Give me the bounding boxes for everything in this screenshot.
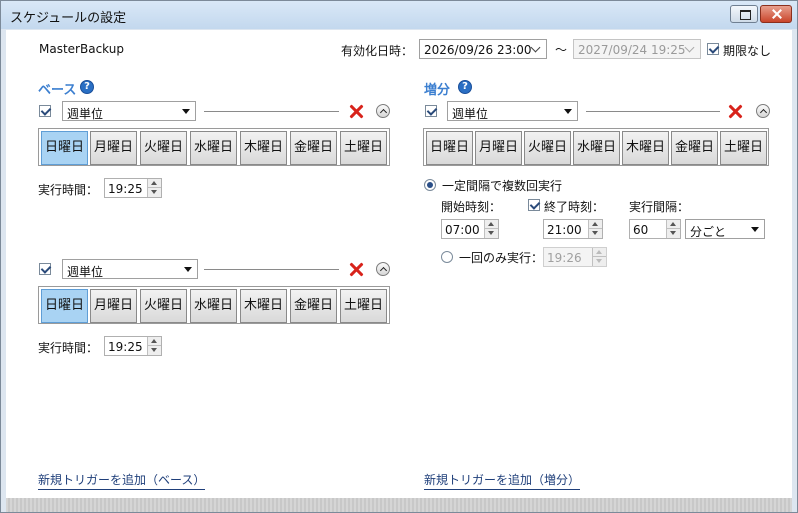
interval-unit-select[interactable]: 分ごと [685, 219, 765, 239]
range-separator: 〜 [555, 43, 568, 57]
base-trigger-2-time-stepper[interactable]: 19:25 [104, 336, 162, 356]
incremental-trigger-checkbox[interactable] [425, 105, 437, 117]
interval-label: 実行間隔： [629, 200, 690, 214]
day-wednesday[interactable]: 水曜日 [190, 289, 237, 323]
start-time-label: 開始時刻： [441, 200, 502, 214]
base-trigger-2-day-selector: 日曜日 月曜日 火曜日 水曜日 木曜日 金曜日 土曜日 [38, 286, 390, 324]
no-expiry-label: 期限なし [723, 44, 772, 58]
incremental-section-heading: 増分 [424, 83, 451, 98]
chevron-down-icon [530, 42, 541, 53]
dropdown-arrow-icon [751, 227, 759, 232]
day-monday[interactable]: 月曜日 [90, 131, 137, 165]
base-trigger-1-time-stepper[interactable]: 19:25 [104, 178, 162, 198]
divider [204, 269, 339, 270]
day-friday[interactable]: 金曜日 [290, 289, 337, 323]
day-tuesday[interactable]: 火曜日 [140, 131, 187, 165]
spin-down-icon[interactable] [148, 188, 161, 197]
day-saturday[interactable]: 土曜日 [720, 131, 767, 165]
collapse-chevron-up-icon[interactable] [376, 262, 390, 276]
day-sunday[interactable]: 日曜日 [426, 131, 473, 165]
spin-down-icon[interactable] [593, 257, 606, 266]
maximize-button[interactable] [730, 5, 758, 23]
day-thursday[interactable]: 木曜日 [240, 289, 287, 323]
base-trigger-1-day-selector: 日曜日 月曜日 火曜日 水曜日 木曜日 金曜日 土曜日 [38, 128, 390, 166]
interval-stepper[interactable]: 60 [629, 219, 681, 239]
day-wednesday[interactable]: 水曜日 [190, 131, 237, 165]
spin-down-icon[interactable] [589, 229, 602, 238]
close-window-button[interactable] [760, 5, 792, 23]
delete-trigger-icon[interactable] [348, 103, 364, 119]
spin-down-icon[interactable] [148, 346, 161, 355]
dialog-footer [6, 498, 792, 512]
repeat-interval-label: 一定間隔で複数回実行 [442, 179, 563, 193]
delete-trigger-icon[interactable] [348, 261, 364, 277]
divider [586, 111, 720, 112]
add-incremental-trigger-link[interactable]: 新規トリガーを追加（増分） [424, 471, 581, 490]
dropdown-arrow-icon [184, 267, 192, 272]
incremental-day-selector: 日曜日 月曜日 火曜日 水曜日 木曜日 金曜日 土曜日 [423, 128, 769, 166]
delete-trigger-icon[interactable] [727, 103, 743, 119]
base-help-icon[interactable]: ? [80, 80, 94, 94]
spin-down-icon[interactable] [485, 229, 498, 238]
start-time-stepper[interactable]: 07:00 [441, 219, 499, 239]
collapse-chevron-up-icon[interactable] [376, 104, 390, 118]
no-expiry-checkbox[interactable] [707, 43, 719, 55]
start-datetime-picker[interactable]: 2026/09/26 23:00 [419, 39, 547, 59]
spin-up-icon[interactable] [593, 248, 606, 257]
incremental-frequency-select[interactable]: 週単位 [447, 101, 578, 121]
base-trigger-1-time-label: 実行時間： [38, 183, 99, 197]
day-monday[interactable]: 月曜日 [90, 289, 137, 323]
job-name: MasterBackup [39, 42, 124, 56]
repeat-interval-radio[interactable] [424, 179, 436, 191]
dialog-client-area: MasterBackup 有効化日時： 2026/09/26 23:00 〜 2… [6, 30, 792, 498]
day-saturday[interactable]: 土曜日 [340, 289, 387, 323]
day-friday[interactable]: 金曜日 [290, 131, 337, 165]
day-tuesday[interactable]: 火曜日 [140, 289, 187, 323]
run-once-label: 一回のみ実行： [459, 251, 544, 265]
end-datetime-picker[interactable]: 2027/09/24 19:25 [573, 39, 701, 59]
collapse-chevron-up-icon[interactable] [756, 104, 770, 118]
chevron-down-icon [684, 42, 695, 53]
spin-up-icon[interactable] [148, 337, 161, 346]
base-trigger-2-time-label: 実行時間： [38, 341, 99, 355]
run-once-radio[interactable] [441, 251, 453, 263]
day-sunday[interactable]: 日曜日 [41, 131, 88, 165]
spin-up-icon[interactable] [148, 179, 161, 188]
effective-datetime-label: 有効化日時： [341, 44, 414, 58]
spin-up-icon[interactable] [667, 220, 680, 229]
spin-up-icon[interactable] [485, 220, 498, 229]
base-section-heading: ベース [38, 83, 77, 98]
day-thursday[interactable]: 木曜日 [240, 131, 287, 165]
spin-down-icon[interactable] [667, 229, 680, 238]
end-time-label: 終了時刻： [544, 200, 605, 214]
end-time-stepper[interactable]: 21:00 [543, 219, 603, 239]
spin-up-icon[interactable] [589, 220, 602, 229]
run-once-time-stepper[interactable]: 19:26 [543, 247, 607, 267]
base-trigger-1-checkbox[interactable] [39, 105, 51, 117]
day-saturday[interactable]: 土曜日 [340, 131, 387, 165]
day-wednesday[interactable]: 水曜日 [573, 131, 620, 165]
day-friday[interactable]: 金曜日 [671, 131, 718, 165]
window-title: スケジュールの設定 [10, 11, 127, 26]
day-monday[interactable]: 月曜日 [475, 131, 522, 165]
incremental-help-icon[interactable]: ? [458, 80, 472, 94]
dropdown-arrow-icon [564, 109, 572, 114]
day-tuesday[interactable]: 火曜日 [524, 131, 571, 165]
end-time-checkbox[interactable] [528, 199, 540, 211]
day-sunday[interactable]: 日曜日 [41, 289, 88, 323]
divider [204, 111, 339, 112]
add-base-trigger-link[interactable]: 新規トリガーを追加（ベース） [38, 471, 206, 490]
day-thursday[interactable]: 木曜日 [622, 131, 669, 165]
schedule-settings-window: スケジュールの設定 MasterBackup 有効化日時： 2026/09/26… [0, 0, 798, 513]
dropdown-arrow-icon [182, 109, 190, 114]
title-bar: スケジュールの設定 [1, 1, 797, 29]
base-trigger-1-frequency-select[interactable]: 週単位 [62, 101, 196, 121]
base-trigger-2-frequency-select[interactable]: 週単位 [62, 259, 198, 279]
base-trigger-2-checkbox[interactable] [39, 263, 51, 275]
